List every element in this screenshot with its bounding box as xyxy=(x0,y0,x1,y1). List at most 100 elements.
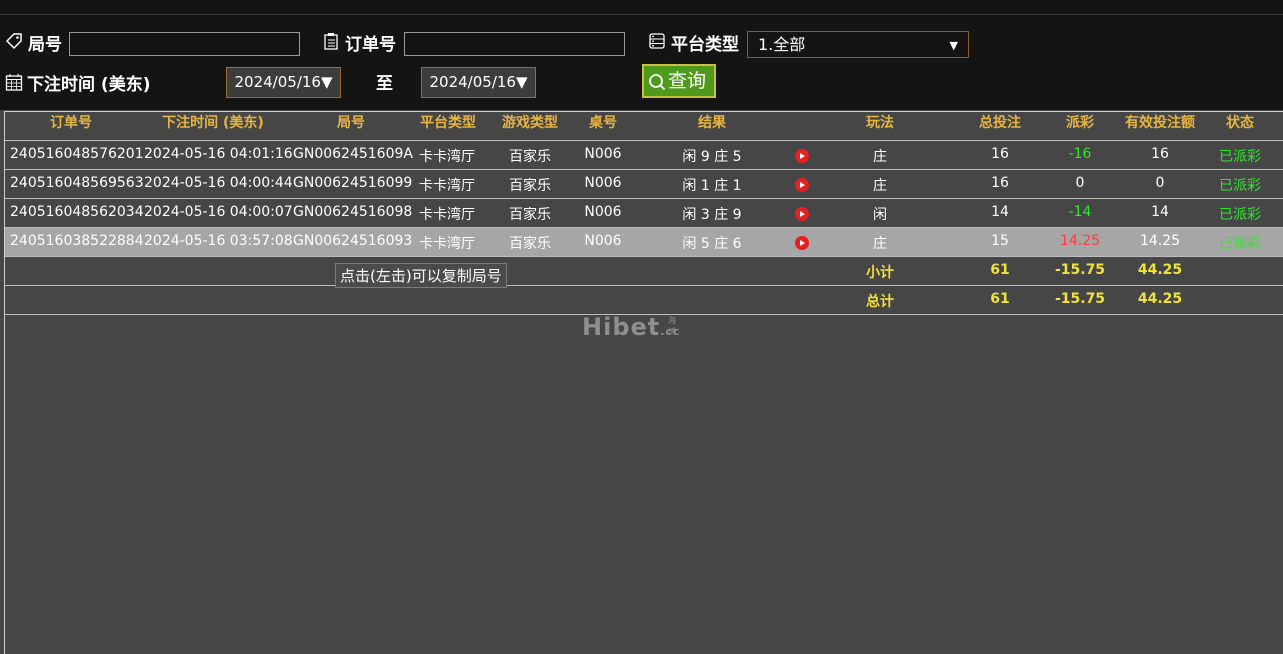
cell-bet: 15 xyxy=(991,233,1009,249)
cell-payout: -14 xyxy=(1068,204,1092,220)
cell-order[interactable]: 240516048576201 xyxy=(10,146,144,162)
total-bet: 61 xyxy=(990,291,1010,307)
cell-bet: 14 xyxy=(991,204,1009,220)
cell-round[interactable]: GN00624516093 xyxy=(293,233,412,249)
cell-platform: 卡卡湾厅 xyxy=(419,207,475,223)
cell-bet-time: 2024-05-16 03:57:08 xyxy=(144,233,293,249)
col-header-valid-bet: 有效投注额 xyxy=(1125,115,1195,131)
cell-status: 已派彩 xyxy=(1219,149,1261,165)
subtotal-payout: -15.75 xyxy=(1054,262,1106,278)
cell-table: N006 xyxy=(584,204,622,220)
cell-result: 闲 3 庄 9 xyxy=(682,207,742,223)
cell-result: 闲 1 庄 1 xyxy=(682,178,742,194)
play-icon[interactable] xyxy=(795,207,809,221)
cell-table: N006 xyxy=(584,146,622,162)
cell-platform: 卡卡湾厅 xyxy=(419,149,475,165)
play-icon[interactable] xyxy=(795,236,809,250)
cell-table: N006 xyxy=(584,233,622,249)
cell-status: 已派彩 xyxy=(1219,207,1261,223)
table-row[interactable]: 240516048569563 2024-05-16 04:00:44 GN00… xyxy=(5,170,1283,199)
order-label: 订单号 xyxy=(345,35,396,55)
watermark-logo: Hibet.cc 海博 xyxy=(582,313,681,341)
col-header-table: 桌号 xyxy=(589,115,617,131)
filter-panel: 局号 订单号 平台类型 1.全部 ▼ 下注时间 (美东) 2024/05/16▼… xyxy=(0,0,1283,110)
subtotal-label: 小计 xyxy=(866,265,894,281)
cell-bet: 16 xyxy=(991,175,1009,191)
date-to-picker[interactable]: 2024/05/16▼ xyxy=(421,67,536,98)
cell-payout: -16 xyxy=(1068,146,1092,162)
server-icon xyxy=(649,33,665,49)
bet-time-label: 下注时间 (美东) xyxy=(27,75,151,95)
cell-game: 百家乐 xyxy=(509,236,551,252)
cell-order[interactable]: 240516048569563 xyxy=(10,175,144,191)
cell-valid-bet: 0 xyxy=(1155,175,1165,191)
cell-table: N006 xyxy=(584,175,622,191)
tag-icon xyxy=(5,33,22,50)
calendar-icon xyxy=(5,74,23,91)
col-header-game: 游戏类型 xyxy=(502,115,558,131)
col-header-play: 玩法 xyxy=(866,115,894,131)
table-row[interactable]: 240516048576201 2024-05-16 04:01:16 GN00… xyxy=(5,141,1283,170)
cell-round[interactable]: GN00624516099 xyxy=(293,175,412,191)
cell-order[interactable]: 240516048562034 xyxy=(10,204,144,220)
cell-play: 庄 xyxy=(873,178,887,194)
subtotal-row: 小计 61 -15.75 44.25 xyxy=(5,257,1283,286)
query-button[interactable]: 查询 xyxy=(642,64,716,98)
col-header-result: 结果 xyxy=(698,115,726,131)
cell-valid-bet: 14 xyxy=(1151,204,1169,220)
cell-platform: 卡卡湾厅 xyxy=(419,236,475,252)
cell-result: 闲 9 庄 5 xyxy=(682,149,742,165)
cell-payout: 0 xyxy=(1075,175,1085,191)
table-row[interactable]: 240516048562034 2024-05-16 04:00:07 GN00… xyxy=(5,199,1283,228)
cell-result: 闲 5 庄 6 xyxy=(682,236,742,252)
cell-bet: 16 xyxy=(991,146,1009,162)
cell-round[interactable]: GN00624516098 xyxy=(293,204,412,220)
cell-order[interactable]: 240516038522884 xyxy=(10,233,144,249)
search-icon xyxy=(649,74,666,91)
col-header-round: 局号 xyxy=(337,115,365,131)
col-header-payout: 派彩 xyxy=(1066,115,1094,131)
round-label: 局号 xyxy=(28,35,62,55)
cell-platform: 卡卡湾厅 xyxy=(419,178,475,194)
cell-game: 百家乐 xyxy=(509,149,551,165)
play-icon[interactable] xyxy=(795,149,809,163)
col-header-platform: 平台类型 xyxy=(420,115,476,131)
subtotal-valid-bet: 44.25 xyxy=(1137,262,1183,278)
chevron-down-icon: ▼ xyxy=(949,39,958,52)
total-payout: -15.75 xyxy=(1054,291,1106,307)
cell-status: 已派彩 xyxy=(1219,236,1261,252)
cell-game: 百家乐 xyxy=(509,178,551,194)
cell-play: 庄 xyxy=(873,236,887,252)
col-header-status: 状态 xyxy=(1226,115,1254,131)
col-header-bet-time: 下注时间 (美东) xyxy=(162,115,264,131)
cell-valid-bet: 14.25 xyxy=(1139,233,1181,249)
to-label: 至 xyxy=(376,74,393,94)
order-input[interactable] xyxy=(404,32,625,56)
table-row-selected[interactable]: 240516038522884 2024-05-16 03:57:08 GN00… xyxy=(5,228,1283,257)
platform-selected-value: 1.全部 xyxy=(758,35,806,54)
copy-round-tooltip: 点击(左击)可以复制局号 xyxy=(335,263,507,288)
total-valid-bet: 44.25 xyxy=(1137,291,1183,307)
clipboard-icon xyxy=(324,33,338,50)
play-icon[interactable] xyxy=(795,178,809,192)
subtotal-bet: 61 xyxy=(990,262,1010,278)
cell-status: 已派彩 xyxy=(1219,178,1261,194)
cell-valid-bet: 16 xyxy=(1151,146,1169,162)
cell-bet-time: 2024-05-16 04:01:16 xyxy=(144,146,293,162)
cell-game: 百家乐 xyxy=(509,207,551,223)
platform-label: 平台类型 xyxy=(671,35,739,55)
col-header-order: 订单号 xyxy=(50,115,92,131)
total-row: 总计 61 -15.75 44.25 xyxy=(5,286,1283,315)
total-label: 总计 xyxy=(866,294,894,310)
cell-payout: 14.25 xyxy=(1059,233,1101,249)
query-button-label: 查询 xyxy=(668,70,707,92)
col-header-bet: 总投注 xyxy=(979,115,1021,131)
cell-bet-time: 2024-05-16 04:00:44 xyxy=(144,175,293,191)
date-from-picker[interactable]: 2024/05/16▼ xyxy=(226,67,341,98)
top-divider xyxy=(0,14,1283,15)
cell-play: 闲 xyxy=(873,207,887,223)
platform-select[interactable]: 1.全部 ▼ xyxy=(747,31,969,58)
cell-play: 庄 xyxy=(873,149,887,165)
cell-round[interactable]: GN0062451609A xyxy=(293,146,413,162)
round-input[interactable] xyxy=(69,32,300,56)
